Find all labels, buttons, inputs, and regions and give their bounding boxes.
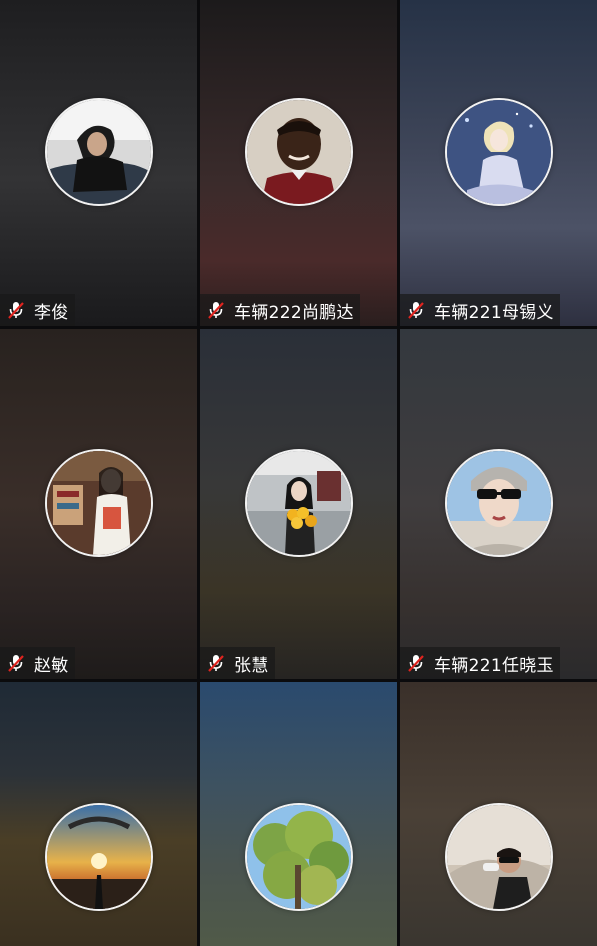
avatar	[244, 803, 353, 911]
participant-tile[interactable]: 张慧	[200, 329, 397, 679]
mic-muted-icon	[8, 655, 24, 672]
participant-tile[interactable]	[400, 682, 597, 946]
participant-tile[interactable]	[0, 682, 197, 946]
avatar	[244, 449, 353, 557]
participant-name: 张慧	[234, 655, 269, 676]
participant-name: 车辆222尚鹏达	[234, 302, 354, 323]
participant-name: 赵敏	[34, 655, 69, 676]
name-tag: 赵敏	[0, 647, 75, 679]
participant-grid: 李俊 车辆222尚鹏达 车辆221母锡义 赵敏 张慧 车辆221任晓玉	[0, 0, 597, 946]
avatar	[444, 98, 553, 206]
participant-name: 车辆221母锡义	[434, 302, 554, 323]
name-tag: 车辆222尚鹏达	[200, 294, 360, 326]
mic-muted-icon	[208, 302, 224, 319]
participant-name: 车辆221任晓玉	[434, 655, 554, 676]
mic-muted-icon	[408, 302, 424, 319]
avatar	[444, 449, 553, 557]
participant-tile[interactable]: 赵敏	[0, 329, 197, 679]
participant-tile[interactable]: 车辆222尚鹏达	[200, 0, 397, 326]
mic-muted-icon	[408, 655, 424, 672]
participant-name: 李俊	[34, 302, 69, 323]
name-tag: 车辆221母锡义	[400, 294, 560, 326]
participant-tile[interactable]	[200, 682, 397, 946]
mic-muted-icon	[8, 302, 24, 319]
avatar	[44, 803, 153, 911]
name-tag: 车辆221任晓玉	[400, 647, 560, 679]
participant-tile[interactable]: 李俊	[0, 0, 197, 326]
participant-tile[interactable]: 车辆221母锡义	[400, 0, 597, 326]
name-tag: 李俊	[0, 294, 75, 326]
avatar	[444, 803, 553, 911]
avatar	[44, 449, 153, 557]
avatar	[44, 98, 153, 206]
name-tag: 张慧	[200, 647, 275, 679]
mic-muted-icon	[208, 655, 224, 672]
avatar	[244, 98, 353, 206]
participant-tile[interactable]: 车辆221任晓玉	[400, 329, 597, 679]
